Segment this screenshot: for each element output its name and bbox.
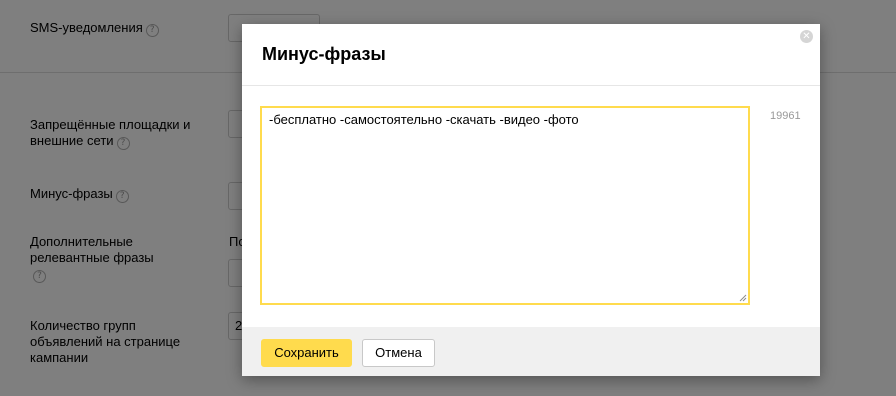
char-counter: 19961 (770, 110, 801, 122)
dialog-title: Минус-фразы (262, 44, 386, 64)
cancel-button[interactable]: Отмена (362, 339, 435, 367)
minus-phrases-dialog: Минус-фразы ✕ 19961 Сохранить Отмена (242, 24, 820, 376)
resize-handle-icon[interactable] (739, 294, 747, 302)
minus-phrases-field (260, 106, 750, 305)
dialog-footer: Сохранить Отмена (242, 327, 820, 376)
save-button[interactable]: Сохранить (261, 339, 352, 367)
dialog-header: Минус-фразы ✕ (242, 24, 820, 86)
close-icon[interactable]: ✕ (800, 30, 813, 43)
minus-phrases-textarea[interactable] (262, 108, 748, 303)
